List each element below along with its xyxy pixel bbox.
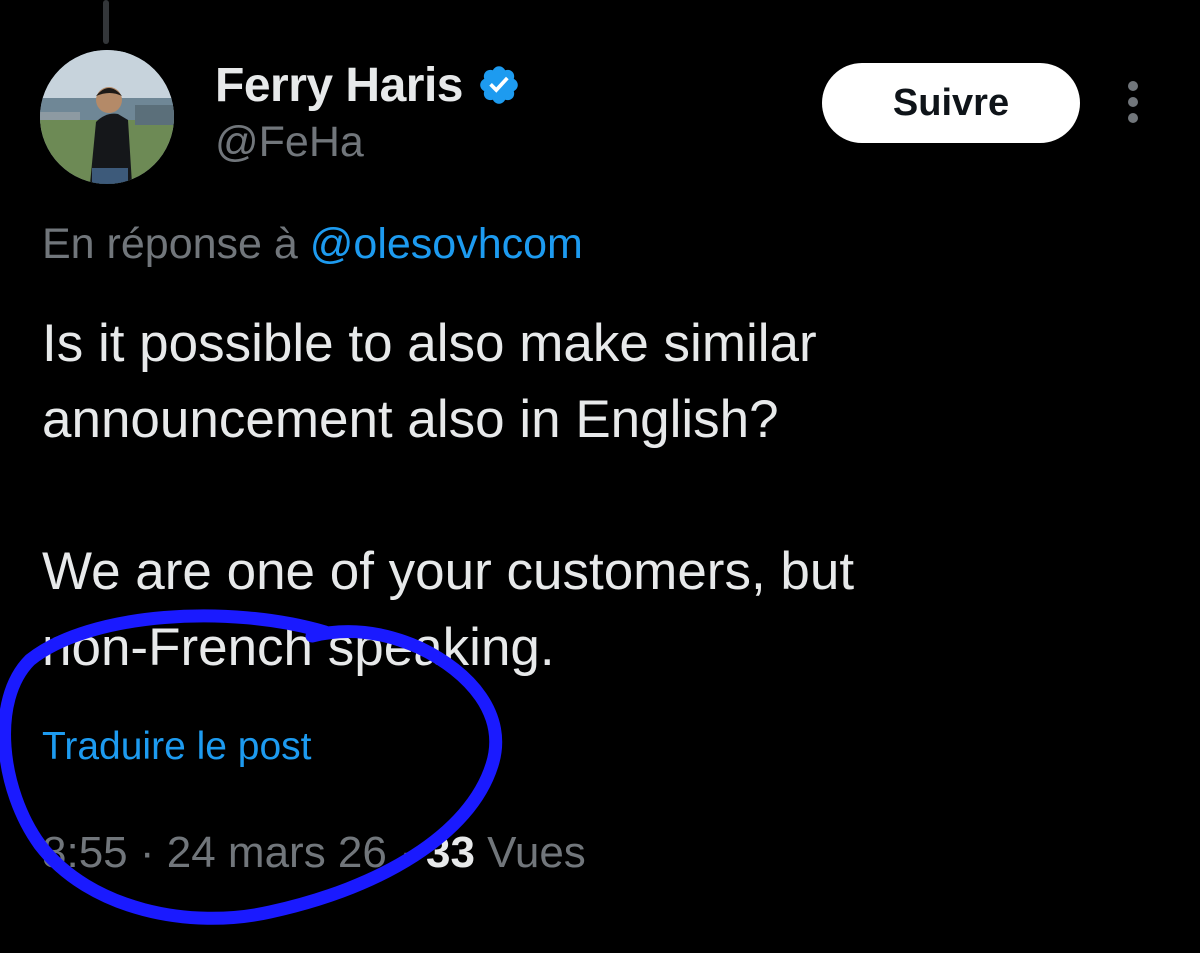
views-count[interactable]: 33 <box>426 828 475 877</box>
tweet-text: Is it possible to also make similar anno… <box>42 306 1162 686</box>
views-label[interactable]: Vues <box>475 828 586 877</box>
tweet-text-line: announcement also in English? <box>42 390 779 449</box>
author-name-row: Ferry Haris <box>215 55 521 115</box>
author-display-name[interactable]: Ferry Haris <box>215 58 463 113</box>
tweet-text-line: Is it possible to also make similar <box>42 314 817 373</box>
avatar-photo <box>40 50 174 184</box>
tweet-meta-row: 8:55 · 24 mars 26 · 33 Vues <box>42 828 586 878</box>
more-options-button[interactable] <box>1113 80 1153 126</box>
reply-context-prefix: En réponse à <box>42 220 310 268</box>
tweet-time[interactable]: 8:55 <box>42 828 128 877</box>
thread-connector-line <box>103 0 109 44</box>
more-vertical-icon <box>1128 81 1138 123</box>
follow-button[interactable]: Suivre <box>822 63 1080 143</box>
tweet-text-line: We are one of your customers, but <box>42 542 855 601</box>
reply-mention-link[interactable]: @olesovhcom <box>310 220 583 268</box>
meta-separator: · <box>386 828 426 877</box>
verified-badge-icon <box>480 66 518 104</box>
translate-post-link[interactable]: Traduire le post <box>42 725 312 769</box>
avatar[interactable] <box>40 50 174 184</box>
author-handle[interactable]: @FeHa <box>215 118 364 167</box>
meta-separator: · <box>127 828 167 877</box>
tweet-text-line: non-French speaking. <box>42 618 555 677</box>
tweet-date[interactable]: 24 mars 26 <box>167 828 387 877</box>
reply-context: En réponse à @olesovhcom <box>42 220 583 269</box>
